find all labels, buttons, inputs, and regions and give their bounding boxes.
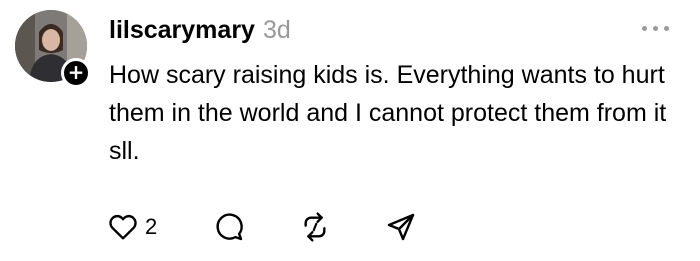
repost-button[interactable] bbox=[299, 207, 331, 247]
timestamp: 3d bbox=[262, 15, 291, 44]
like-count: 2 bbox=[145, 214, 158, 239]
heart-icon bbox=[109, 214, 137, 240]
username[interactable]: lilscarymary bbox=[109, 16, 255, 45]
comment-button[interactable] bbox=[213, 207, 245, 247]
more-dot bbox=[642, 26, 647, 31]
more-horizontal-icon[interactable] bbox=[642, 26, 669, 31]
post: + lilscarymary 3d How scary raising kids… bbox=[0, 0, 700, 261]
avatar-container: + bbox=[15, 10, 91, 88]
repost-icon bbox=[304, 212, 326, 242]
post-header: lilscarymary 3d bbox=[109, 10, 291, 50]
comment-icon bbox=[216, 213, 243, 241]
post-text: How scary raising kids is. Everything wa… bbox=[109, 61, 667, 165]
more-dot bbox=[653, 26, 658, 31]
share-button[interactable] bbox=[385, 207, 417, 247]
like-button[interactable]: 2 bbox=[107, 207, 157, 247]
follow-plus-label: + bbox=[67, 60, 85, 84]
follow-plus-icon[interactable]: + bbox=[61, 58, 91, 88]
share-icon bbox=[387, 213, 415, 241]
more-dot bbox=[664, 26, 669, 31]
